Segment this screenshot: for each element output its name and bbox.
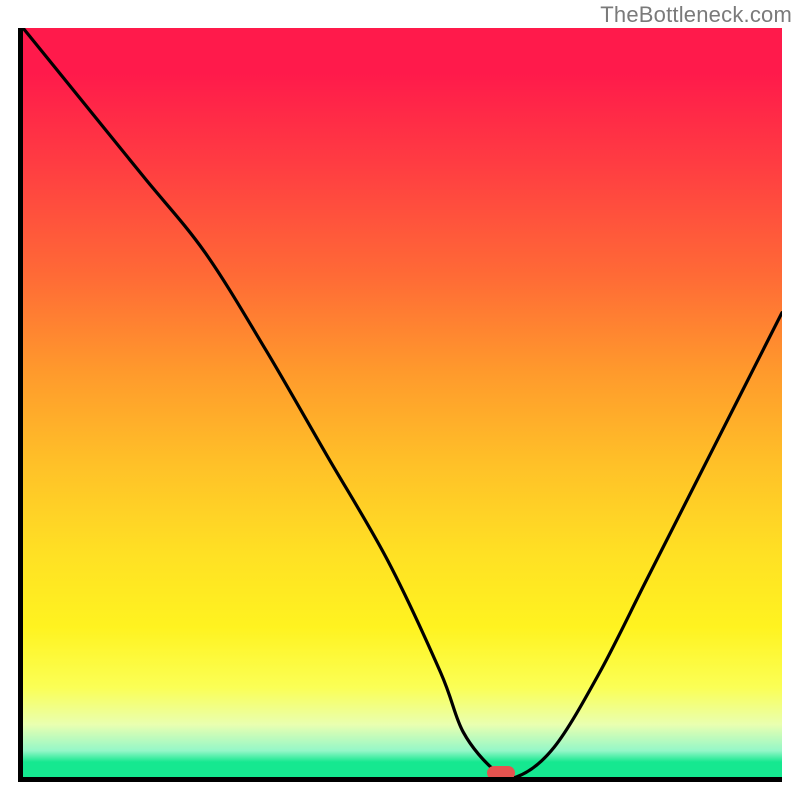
chart-container: TheBottleneck.com xyxy=(0,0,800,800)
optimal-marker xyxy=(487,766,515,778)
chart-frame xyxy=(18,28,782,782)
bottleneck-curve xyxy=(23,28,782,777)
watermark-text: TheBottleneck.com xyxy=(600,2,792,28)
plot-area xyxy=(23,28,782,777)
